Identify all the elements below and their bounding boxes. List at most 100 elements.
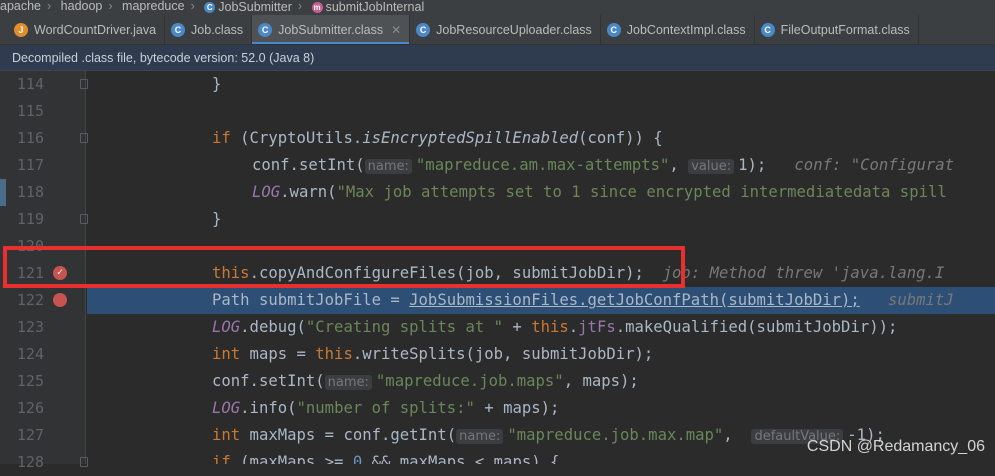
code-text: } [212,210,222,228]
breakpoint-icon[interactable] [53,293,67,307]
line-number: 119 [16,210,44,228]
code-line-115[interactable] [87,98,995,125]
code-line-114[interactable]: } [87,71,995,98]
chevron-right-icon: › [297,0,303,13]
parameter-hint: name: [456,429,504,444]
breadcrumb-item-hadoop[interactable]: hadoop [61,0,103,13]
string-literal: "mapreduce.job.max.map" [507,426,724,444]
breadcrumb-item-mapreduce[interactable]: mapreduce [122,0,185,13]
line-number: 114 [16,75,44,93]
inline-debug-value: submitJ [887,291,954,309]
code-line-117[interactable]: conf.setInt(name: "mapreduce.am.max-attem… [87,152,995,179]
line-number: 124 [16,345,44,363]
chevron-right-icon: › [108,0,113,13]
code-text: conf.setInt( [212,372,325,390]
close-icon[interactable]: ✕ [391,23,401,37]
class-icon: C [258,23,273,37]
notice-text: Decompiled .class file, bytecode version… [12,51,315,65]
parameter-hint: name: [324,375,372,390]
keyword: this [212,264,250,282]
code-text: } [212,75,222,93]
code-text: maxMaps = conf.getInt( [240,426,457,444]
parameter-hint: name: [364,159,412,174]
tab-jobresourceuploader-class[interactable]: C JobResourceUploader.class [410,15,601,44]
parameter-hint: value: [688,159,735,174]
code-text: Path submitJobFile = [212,291,410,309]
code-text: , [723,426,752,444]
keyword: if [212,129,231,147]
chevron-right-icon: › [47,0,52,13]
tab-label: FileOutputFormat.class [780,23,910,37]
method-call-link[interactable]: JobSubmissionFiles.getJobConfPath(submit… [409,291,860,309]
code-text: && maxMaps < maps) { [362,453,560,464]
static-method: isEncryptedSpillEnabled [362,129,579,147]
line-number: 122 [16,291,44,309]
field: jtFs [578,318,616,336]
code-line-126[interactable]: LOG.info("number of splits:" + maps); [87,395,995,422]
line-number: 126 [16,399,44,417]
breadcrumb-label: submitJobInternal [325,0,425,14]
breadcrumb-label: apache [0,0,42,13]
code-text: .info( [240,399,297,417]
code-line-120[interactable] [87,233,995,260]
code-line-125[interactable]: conf.setInt(name: "mapreduce.job.maps", m… [87,368,995,395]
code-text: .writeSplits(job, submitJobDir); [352,345,654,363]
tab-label: Job.class [191,23,244,37]
keyword: if [212,453,231,464]
line-number: 127 [16,426,44,444]
keyword: int [212,345,241,363]
breakpoint-verified-icon[interactable]: ✓ [53,266,67,280]
code-line-121[interactable]: this.copyAndConfigureFiles(job, submitJo… [87,260,995,287]
class-icon: C [171,23,186,37]
tab-label: JobResourceUploader.class [436,23,592,37]
code-text: . [568,318,579,336]
watermark: CSDN @Redamancy_06 [806,438,985,455]
breadcrumb-label: JobSubmitter [218,0,292,14]
tab-jobsubmitter-class[interactable]: C JobSubmitter.class ✕ [252,15,411,44]
class-icon: C [760,23,775,37]
string-literal: "Max job attempts set to 1 since encrypt… [336,183,947,201]
tab-wordcountdriver[interactable]: J WordCountDriver.java [0,15,166,44]
number-literal: 0 [352,453,363,464]
code-line-119[interactable]: } [87,206,995,233]
editor-gutter[interactable]: 114 115 116 117 118 119 120 121 ✓ 122 12… [0,71,88,471]
breadcrumb-item-jobsubmitter[interactable]: C JobSubmitter [204,1,292,14]
breadcrumb-item-apache[interactable]: apache [0,0,41,13]
tab-job-class[interactable]: C Job.class [165,15,253,44]
line-number: 121 [16,264,44,282]
code-line-122-current[interactable]: Path submitJobFile = JobSubmissionFiles.… [87,287,995,314]
breadcrumb-label: mapreduce [122,0,185,13]
line-number: 125 [16,372,44,390]
decompiled-notice-banner: Decompiled .class file, bytecode version… [0,45,995,71]
line-number: 116 [16,129,44,147]
code-line-116[interactable]: if (CryptoUtils.isEncryptedSpillEnabled(… [87,125,995,152]
code-line-124[interactable]: int maps = this.writeSplits(job, submitJ… [87,341,995,368]
line-number: 123 [16,318,44,336]
string-literal: "number of splits:" [296,399,475,417]
keyword: int [212,426,241,444]
class-icon: C [204,2,216,13]
code-text: , maps); [563,372,639,390]
tab-label: JobContextImpl.class [626,23,746,37]
line-number: 115 [16,102,44,120]
tab-jobcontextimpl-class[interactable]: C JobContextImpl.class [601,15,755,44]
code-line-123[interactable]: LOG.debug("Creating splits at " + this.j… [87,314,995,341]
code-text: , [669,156,689,174]
code-editor[interactable]: } if (CryptoUtils.isEncryptedSpillEnable… [87,71,995,464]
keyword: this [315,345,353,363]
java-file-icon: J [14,23,28,37]
keyword: this [531,318,569,336]
code-text: 1); [738,156,767,174]
code-text: .warn( [280,183,337,201]
line-number: 117 [16,156,44,174]
class-icon: C [416,23,431,37]
chevron-right-icon: › [190,0,195,13]
breadcrumb-label: hadoop [60,0,103,13]
tab-fileoutputformat-class[interactable]: C FileOutputFormat.class [755,15,919,44]
code-text: maps = [240,345,316,363]
breadcrumb-item-method[interactable]: m submitJobInternal [311,0,425,14]
code-text: (conf)) { [578,129,663,147]
string-literal: "Creating splits at " [305,318,504,336]
code-text: + maps); [474,399,560,417]
code-line-118[interactable]: LOG.warn("Max job attempts set to 1 sinc… [87,179,995,206]
